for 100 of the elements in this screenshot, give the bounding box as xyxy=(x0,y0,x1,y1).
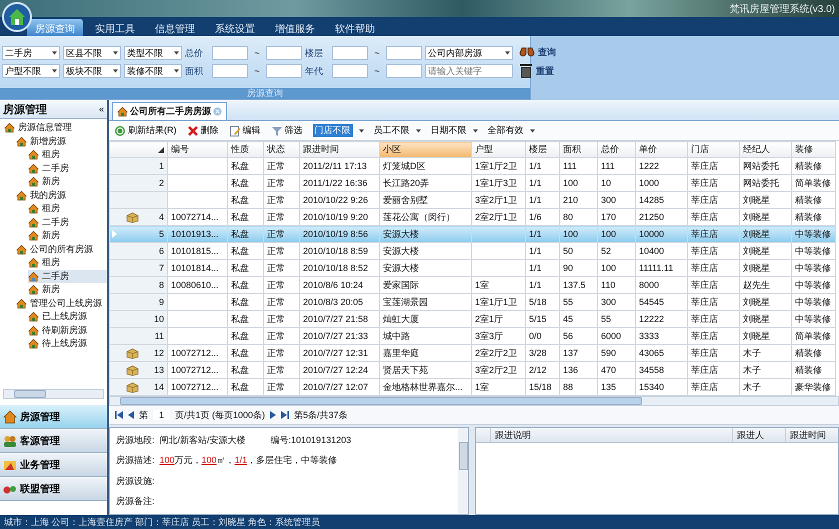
dropdown[interactable]: 二手房 xyxy=(2,46,60,60)
table-row[interactable]: 8 10080610... 私盘 正常 2010/8/6 10:24 爱家国际 1室 1/1 137.5 110 8000 莘庄店 赵先生 中等装修 xyxy=(110,276,836,294)
nav-button[interactable]: 业务管理 xyxy=(0,453,107,477)
refresh-button[interactable]: 刷新结果(R) xyxy=(112,124,178,137)
table-cell: 2/12 xyxy=(529,365,547,375)
filter-button[interactable]: 筛选 xyxy=(268,124,304,137)
input-field[interactable] xyxy=(212,46,248,60)
tree-item[interactable]: 二手房 xyxy=(28,162,107,175)
previous-page-icon[interactable] xyxy=(128,411,134,419)
tree-item[interactable]: 我的房源 xyxy=(16,188,107,202)
input-field[interactable] xyxy=(266,46,302,60)
keyword-field[interactable]: 请输入关键字 xyxy=(425,64,513,78)
dropdown[interactable]: 区县不限 xyxy=(63,46,121,60)
menu-tab[interactable]: 信息管理 xyxy=(147,19,203,36)
tree-item[interactable]: 已上线房源 xyxy=(28,310,107,324)
table-row[interactable]: 1 私盘 正常 2011/2/11 17:13 灯笼城D区 1室1厅2卫 1/1 111 111 1222 莘庄店 网站委托 精装修 xyxy=(110,158,836,174)
column-header[interactable]: 性质 xyxy=(228,142,264,158)
table-cell: 1/1 xyxy=(529,178,542,188)
nav-button[interactable]: 联盟管理 xyxy=(0,477,107,501)
filter-dropdown[interactable]: 全部有效 xyxy=(486,124,536,137)
table-row[interactable]: 9 私盘 正常 2010/8/3 20:05 宝莲湖景园 1室1厅1卫 5/18 55 300 54545 莘庄店 刘晓星 中等装修 xyxy=(110,294,836,310)
tree-item[interactable]: 二手房 xyxy=(28,216,107,229)
table-cell: 45 xyxy=(563,314,574,324)
tree-item[interactable]: 二手房 xyxy=(28,270,107,283)
input-field[interactable] xyxy=(386,46,422,60)
house-icon xyxy=(4,122,15,134)
table-cell: 正常 xyxy=(267,364,285,374)
tree-item[interactable]: 待刷新房源 xyxy=(28,324,107,337)
dropdown[interactable]: 类型不限 xyxy=(124,46,182,60)
tree-item[interactable]: 租房 xyxy=(28,202,107,216)
menu-tab[interactable]: 实用工具 xyxy=(87,19,143,36)
horizontal-scrollbar[interactable] xyxy=(109,396,839,406)
column-header[interactable]: 编号 xyxy=(168,142,228,158)
collapse-button[interactable]: « xyxy=(98,104,104,114)
tree-item[interactable]: 新房 xyxy=(28,229,107,242)
table-row[interactable]: 私盘 正常 2010/10/22 9:26 爱丽舍别墅 3室2厅1卫 1/1 210 300 14285 莘庄店 刘晓星 精装修 xyxy=(110,192,836,208)
tree-item[interactable]: 新房 xyxy=(28,283,107,296)
table-row[interactable]: 7 10101814... 私盘 正常 2010/10/18 8:52 安源大楼 1/1 90 100 11111.11 莘庄店 刘晓星 中等装修 xyxy=(110,260,836,276)
nav-button[interactable]: 客源管理 xyxy=(0,429,107,453)
dropdown[interactable]: 装修不限 xyxy=(124,64,182,78)
menu-tab[interactable]: 增值服务 xyxy=(267,19,323,36)
tree-item[interactable]: 房源信息管理 xyxy=(4,121,107,134)
tree-item[interactable]: 公司的所有房源 xyxy=(16,242,107,256)
tree-item[interactable]: 待上线房源 xyxy=(28,337,107,350)
column-header[interactable]: 总价 xyxy=(598,142,636,158)
table-cell: 长江路20弄 xyxy=(383,178,430,188)
vertical-scrollbar[interactable] xyxy=(458,428,468,514)
menu-tab[interactable]: 软件帮助 xyxy=(327,19,383,36)
table-row[interactable]: 6 10101815... 私盘 正常 2010/10/18 8:59 安源大楼 1/1 50 52 10400 莘庄店 刘晓星 中等装修 xyxy=(110,242,836,260)
table-row[interactable]: 2 私盘 正常 2011/1/22 16:36 长江路20弄 1室1厅3卫 1/1 100 10 1000 莘庄店 网站委托 简单装修 xyxy=(110,174,836,192)
column-header[interactable]: 户型 xyxy=(472,142,526,158)
row-number: 5 xyxy=(158,229,164,239)
column-header[interactable]: 楼层 xyxy=(526,142,560,158)
table-row[interactable]: 5 10101913... 私盘 正常 2010/10/19 8:56 安源大楼 1/1 100 100 10000 莘庄店 刘晓星 中等装修 xyxy=(110,226,836,242)
row-number: 11 xyxy=(154,331,164,341)
first-page-icon[interactable] xyxy=(115,411,123,419)
column-header[interactable]: 单价 xyxy=(636,142,688,158)
column-header[interactable]: 跟进人 xyxy=(732,428,785,442)
table-cell: 刘晓星 xyxy=(743,212,770,222)
input-field[interactable] xyxy=(332,64,368,78)
row-number: 8 xyxy=(158,280,164,290)
column-header[interactable]: 装修 xyxy=(792,142,836,158)
edit-button[interactable]: 编辑 xyxy=(226,124,262,137)
horizontal-scrollbar[interactable] xyxy=(3,389,104,399)
last-page-icon[interactable] xyxy=(281,411,290,419)
input-field[interactable] xyxy=(212,64,248,78)
tree-item[interactable]: 新增房源 xyxy=(16,134,107,148)
dropdown[interactable]: 板块不限 xyxy=(63,64,121,78)
table-row[interactable]: 13 10072712... 私盘 正常 2010/7/27 12:24 贤居天下苑 3室2厅2卫 2/12 136 470 34558 莘庄店 木子 精装修 xyxy=(110,362,836,378)
table-row[interactable]: 12 10072712... 私盘 正常 2010/7/27 12:31 嘉里华庭 2室2厅2卫 3/28 137 590 43065 莘庄店 木子 精装修 xyxy=(110,344,836,362)
menu-tab[interactable]: 系统设置 xyxy=(207,19,263,36)
reset-button[interactable]: 重置 xyxy=(519,63,556,79)
next-page-icon[interactable] xyxy=(270,411,276,419)
column-header[interactable]: 跟进时间 xyxy=(785,428,838,442)
column-header[interactable]: 小区 xyxy=(380,142,472,158)
column-header[interactable]: 门店 xyxy=(688,142,740,158)
table-row[interactable]: 10 私盘 正常 2010/7/27 21:58 灿虹大厦 2室1厅 5/15 45 55 12222 莘庄店 刘晓星 中等装修 xyxy=(110,310,836,328)
input-field[interactable] xyxy=(266,64,302,78)
column-header[interactable]: 面积 xyxy=(560,142,598,158)
column-header[interactable]: 状态 xyxy=(264,142,300,158)
page-number-field[interactable]: 1 xyxy=(153,410,170,420)
dropdown[interactable]: 户型不限 xyxy=(2,64,60,78)
nav-button[interactable]: 房源管理 xyxy=(0,405,107,429)
tree-item[interactable]: 租房 xyxy=(28,148,107,162)
delete-button[interactable]: 删除 xyxy=(184,124,220,137)
document-tab[interactable]: 公司所有二手房房源 xyxy=(112,102,227,120)
table-row[interactable]: 11 私盘 正常 2010/7/27 21:33 城中路 3室3厅 0/0 56 6000 3333 莘庄店 刘晓星 简单装修 xyxy=(110,328,836,344)
filter-dropdown[interactable]: 日期不限 xyxy=(428,124,480,137)
column-header[interactable]: 跟进说明 xyxy=(490,428,732,442)
search-button[interactable]: 查询 xyxy=(519,45,556,59)
tree-item[interactable]: 新房 xyxy=(28,175,107,188)
input-field[interactable] xyxy=(332,46,368,60)
input-field[interactable] xyxy=(386,64,422,78)
tree-item[interactable]: 租房 xyxy=(28,256,107,270)
column-header[interactable]: 经纪人 xyxy=(740,142,792,158)
dropdown[interactable]: 公司内部房源 xyxy=(425,46,513,60)
close-icon[interactable] xyxy=(213,107,222,116)
tree-item[interactable]: 管理公司上线房源 xyxy=(16,296,107,310)
filter-dropdown[interactable]: 员工不限 xyxy=(372,124,422,137)
column-header[interactable]: 跟进时间 xyxy=(300,142,380,158)
